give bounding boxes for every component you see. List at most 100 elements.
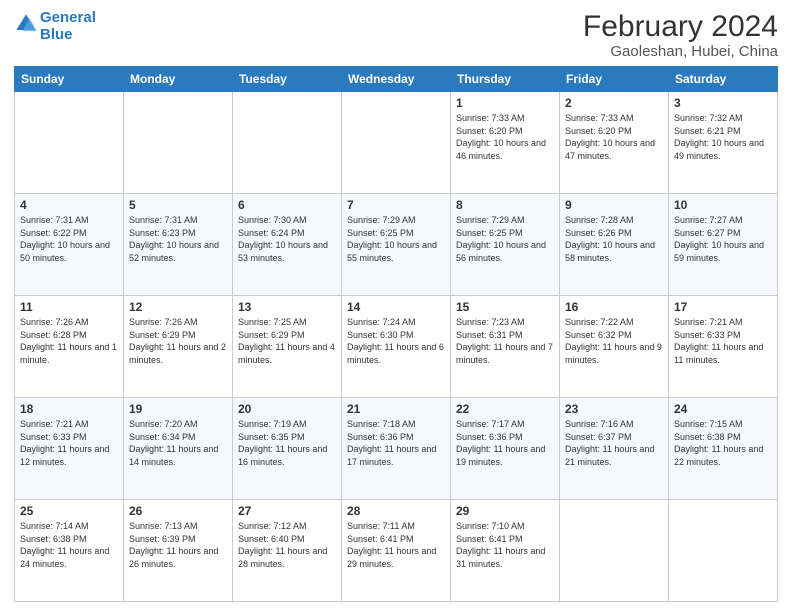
header-friday: Friday [560, 67, 669, 92]
day-number: 24 [674, 402, 772, 416]
weekday-header-row: Sunday Monday Tuesday Wednesday Thursday… [15, 67, 778, 92]
day-number: 19 [129, 402, 227, 416]
week-row-2: 4 Sunrise: 7:31 AM Sunset: 6:22 PM Daylig… [15, 194, 778, 296]
day-info: Sunrise: 7:33 AM Sunset: 6:20 PM Dayligh… [456, 112, 554, 162]
calendar-cell [15, 92, 124, 194]
header-wednesday: Wednesday [342, 67, 451, 92]
day-info: Sunrise: 7:21 AM Sunset: 6:33 PM Dayligh… [20, 418, 118, 468]
day-info: Sunrise: 7:29 AM Sunset: 6:25 PM Dayligh… [347, 214, 445, 264]
calendar-cell: 7 Sunrise: 7:29 AM Sunset: 6:25 PM Daylig… [342, 194, 451, 296]
calendar-cell: 19Sunrise: 7:20 AM Sunset: 6:34 PM Dayli… [124, 398, 233, 500]
day-info: Sunrise: 7:13 AM Sunset: 6:39 PM Dayligh… [129, 520, 227, 570]
week-row-1: 1Sunrise: 7:33 AM Sunset: 6:20 PM Daylig… [15, 92, 778, 194]
header-tuesday: Tuesday [233, 67, 342, 92]
calendar-cell: 26 Sunrise: 7:13 AM Sunset: 6:39 PM Dayli… [124, 500, 233, 602]
day-info: Sunrise: 7:23 AM Sunset: 6:31 PM Dayligh… [456, 316, 554, 366]
day-info: Sunrise: 7:30 AM Sunset: 6:24 PM Dayligh… [238, 214, 336, 264]
day-number: 23 [565, 402, 663, 416]
day-info: Sunrise: 7:11 AM Sunset: 6:41 PM Dayligh… [347, 520, 445, 570]
day-info: Sunrise: 7:28 AM Sunset: 6:26 PM Dayligh… [565, 214, 663, 264]
day-number: 6 [238, 198, 336, 212]
calendar-cell: 9 Sunrise: 7:28 AM Sunset: 6:26 PM Daylig… [560, 194, 669, 296]
day-number: 2 [565, 96, 663, 110]
calendar-table: Sunday Monday Tuesday Wednesday Thursday… [14, 66, 778, 602]
calendar-cell: 11Sunrise: 7:26 AM Sunset: 6:28 PM Dayli… [15, 296, 124, 398]
calendar-cell [342, 92, 451, 194]
calendar-subtitle: Gaoleshan, Hubei, China [583, 43, 778, 60]
day-number: 21 [347, 402, 445, 416]
calendar-cell: 6 Sunrise: 7:30 AM Sunset: 6:24 PM Daylig… [233, 194, 342, 296]
calendar-cell: 17Sunrise: 7:21 AM Sunset: 6:33 PM Dayli… [669, 296, 778, 398]
day-info: Sunrise: 7:29 AM Sunset: 6:25 PM Dayligh… [456, 214, 554, 264]
day-number: 14 [347, 300, 445, 314]
calendar-cell: 15 Sunrise: 7:23 AM Sunset: 6:31 PM Dayli… [451, 296, 560, 398]
day-number: 29 [456, 504, 554, 518]
calendar-cell: 24 Sunrise: 7:15 AM Sunset: 6:38 PM Dayli… [669, 398, 778, 500]
day-number: 25 [20, 504, 118, 518]
day-info: Sunrise: 7:24 AM Sunset: 6:30 PM Dayligh… [347, 316, 445, 366]
title-block: February 2024 Gaoleshan, Hubei, China [583, 10, 778, 60]
day-info: Sunrise: 7:17 AM Sunset: 6:36 PM Dayligh… [456, 418, 554, 468]
calendar-cell: 14 Sunrise: 7:24 AM Sunset: 6:30 PM Dayli… [342, 296, 451, 398]
calendar-cell: 18 Sunrise: 7:21 AM Sunset: 6:33 PM Dayli… [15, 398, 124, 500]
calendar-cell: 29Sunrise: 7:10 AM Sunset: 6:41 PM Dayli… [451, 500, 560, 602]
day-info: Sunrise: 7:31 AM Sunset: 6:23 PM Dayligh… [129, 214, 227, 264]
calendar-cell: 13 Sunrise: 7:25 AM Sunset: 6:29 PM Dayli… [233, 296, 342, 398]
week-row-3: 11Sunrise: 7:26 AM Sunset: 6:28 PM Dayli… [15, 296, 778, 398]
logo-text: General Blue [40, 10, 96, 43]
day-info: Sunrise: 7:33 AM Sunset: 6:20 PM Dayligh… [565, 112, 663, 162]
day-number: 27 [238, 504, 336, 518]
calendar-cell: 3 Sunrise: 7:32 AM Sunset: 6:21 PM Daylig… [669, 92, 778, 194]
calendar-cell: 25 Sunrise: 7:14 AM Sunset: 6:38 PM Dayli… [15, 500, 124, 602]
header-thursday: Thursday [451, 67, 560, 92]
day-number: 17 [674, 300, 772, 314]
calendar-cell: 1Sunrise: 7:33 AM Sunset: 6:20 PM Daylig… [451, 92, 560, 194]
day-info: Sunrise: 7:27 AM Sunset: 6:27 PM Dayligh… [674, 214, 772, 264]
day-number: 22 [456, 402, 554, 416]
day-info: Sunrise: 7:25 AM Sunset: 6:29 PM Dayligh… [238, 316, 336, 366]
calendar-cell: 21Sunrise: 7:18 AM Sunset: 6:36 PM Dayli… [342, 398, 451, 500]
calendar-cell: 28 Sunrise: 7:11 AM Sunset: 6:41 PM Dayli… [342, 500, 451, 602]
day-info: Sunrise: 7:12 AM Sunset: 6:40 PM Dayligh… [238, 520, 336, 570]
day-info: Sunrise: 7:15 AM Sunset: 6:38 PM Dayligh… [674, 418, 772, 468]
day-info: Sunrise: 7:22 AM Sunset: 6:32 PM Dayligh… [565, 316, 663, 366]
day-number: 12 [129, 300, 227, 314]
logo: General Blue [14, 10, 96, 43]
calendar-cell: 12 Sunrise: 7:26 AM Sunset: 6:29 PM Dayli… [124, 296, 233, 398]
calendar-cell: 8 Sunrise: 7:29 AM Sunset: 6:25 PM Daylig… [451, 194, 560, 296]
calendar-cell [233, 92, 342, 194]
page: General Blue February 2024 Gaoleshan, Hu… [0, 0, 792, 612]
day-number: 8 [456, 198, 554, 212]
header-monday: Monday [124, 67, 233, 92]
calendar-cell: 16 Sunrise: 7:22 AM Sunset: 6:32 PM Dayli… [560, 296, 669, 398]
day-number: 7 [347, 198, 445, 212]
day-number: 15 [456, 300, 554, 314]
day-number: 16 [565, 300, 663, 314]
week-row-4: 18 Sunrise: 7:21 AM Sunset: 6:33 PM Dayli… [15, 398, 778, 500]
day-number: 28 [347, 504, 445, 518]
day-number: 13 [238, 300, 336, 314]
calendar-cell: 4 Sunrise: 7:31 AM Sunset: 6:22 PM Daylig… [15, 194, 124, 296]
day-info: Sunrise: 7:26 AM Sunset: 6:28 PM Dayligh… [20, 316, 118, 366]
calendar-cell: 2 Sunrise: 7:33 AM Sunset: 6:20 PM Daylig… [560, 92, 669, 194]
day-info: Sunrise: 7:32 AM Sunset: 6:21 PM Dayligh… [674, 112, 772, 162]
day-info: Sunrise: 7:26 AM Sunset: 6:29 PM Dayligh… [129, 316, 227, 366]
day-number: 18 [20, 402, 118, 416]
week-row-5: 25 Sunrise: 7:14 AM Sunset: 6:38 PM Dayli… [15, 500, 778, 602]
day-number: 4 [20, 198, 118, 212]
calendar-cell: 23Sunrise: 7:16 AM Sunset: 6:37 PM Dayli… [560, 398, 669, 500]
calendar-cell [124, 92, 233, 194]
calendar-cell [669, 500, 778, 602]
day-info: Sunrise: 7:19 AM Sunset: 6:35 PM Dayligh… [238, 418, 336, 468]
calendar-cell: 5Sunrise: 7:31 AM Sunset: 6:23 PM Daylig… [124, 194, 233, 296]
calendar-cell: 27 Sunrise: 7:12 AM Sunset: 6:40 PM Dayli… [233, 500, 342, 602]
header-saturday: Saturday [669, 67, 778, 92]
calendar-cell: 20Sunrise: 7:19 AM Sunset: 6:35 PM Dayli… [233, 398, 342, 500]
day-number: 26 [129, 504, 227, 518]
day-info: Sunrise: 7:14 AM Sunset: 6:38 PM Dayligh… [20, 520, 118, 570]
day-number: 9 [565, 198, 663, 212]
header: General Blue February 2024 Gaoleshan, Hu… [14, 10, 778, 60]
day-number: 3 [674, 96, 772, 110]
calendar-title: February 2024 [583, 10, 778, 43]
day-info: Sunrise: 7:31 AM Sunset: 6:22 PM Dayligh… [20, 214, 118, 264]
